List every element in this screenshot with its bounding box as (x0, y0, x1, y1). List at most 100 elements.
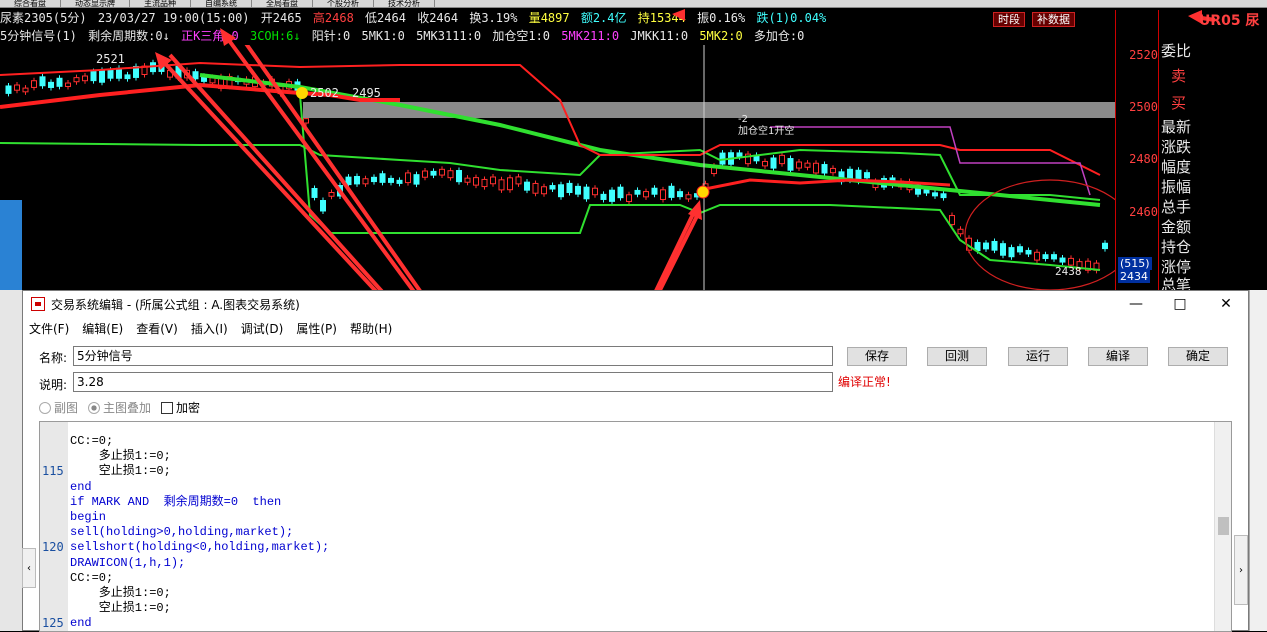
axis-tick-2500: 2500 (1129, 100, 1158, 114)
sub-chart-radio[interactable] (39, 401, 51, 414)
tab-0[interactable]: 综合看盘 (0, 0, 61, 7)
side-item-7: 总手 (1161, 198, 1192, 216)
tab-5[interactable]: 个股分析 (313, 0, 374, 7)
code-editor[interactable]: 115 120 125 CC:=0; 多止损1:=0; 空止损1:=0; end… (39, 421, 1232, 632)
candle-body (1051, 254, 1057, 260)
add-short-value: 加仓空1:0 (492, 29, 551, 43)
candle-body (65, 82, 71, 88)
code-line: CC:=0; (70, 570, 114, 585)
tab-3[interactable]: 自编系统 (191, 0, 252, 7)
code-text[interactable]: CC:=0; 多止损1:=0; 空止损1:=0; end if MARK AND… (70, 434, 329, 631)
open-value: 开2465 (260, 11, 302, 25)
candle-body (566, 182, 573, 193)
minimize-icon[interactable]: — (1113, 291, 1159, 317)
candle-body (362, 178, 369, 185)
side-item-5: 幅度 (1161, 158, 1192, 176)
candle-body (821, 164, 828, 174)
encrypt-checkbox[interactable] (161, 401, 174, 414)
main-overlay-radio[interactable] (88, 401, 101, 414)
menu-help[interactable]: 帮助(H) (350, 320, 392, 337)
candle-body (337, 185, 343, 197)
menu-properties[interactable]: 属性(P) (296, 320, 337, 337)
period-button[interactable]: 时段 (993, 12, 1025, 27)
side-item-4: 涨跌 (1161, 138, 1192, 156)
candle-body (90, 71, 97, 82)
code-line: DRAWICON(1,h,1); (70, 555, 186, 570)
menu-file[interactable]: 文件(F) (29, 320, 69, 337)
candle-body (1102, 242, 1108, 250)
code-line: 空止损1:=0; (70, 601, 171, 616)
candle-body (830, 167, 836, 174)
candle-body (1034, 251, 1040, 261)
kline-chart[interactable]: 2521 2495 2502 -2 加仓空1开空 2438 (0, 45, 1115, 290)
mk2-value: 5MK2:0 (699, 29, 743, 43)
name-input[interactable]: 5分钟信号 (73, 346, 833, 366)
backtest-button[interactable]: 回测 (927, 347, 987, 366)
code-line: end (70, 616, 92, 631)
amount-value: 额2.4亿 (580, 11, 627, 25)
axis-tick-2480: 2480 (1129, 152, 1158, 166)
scroll-right-icon[interactable]: › (1234, 535, 1248, 605)
candle-body (668, 185, 675, 198)
symbol-label: 尿素2305(5分) (0, 11, 87, 25)
dialog-titlebar[interactable]: 交易系统编辑 - (所属公式组 : A.图表交易系统) (23, 291, 1248, 317)
scrollbar-thumb[interactable] (1218, 517, 1229, 535)
tab-2[interactable]: 主流品种 (130, 0, 191, 7)
anno-minus2: -2 (738, 114, 748, 125)
tab-6[interactable]: 技术分析 (374, 0, 435, 7)
anno-2502: 2502 (310, 86, 339, 100)
main-overlay-label: 主图叠加 (103, 401, 152, 415)
candle-body (532, 182, 539, 194)
candle-body (5, 85, 12, 94)
code-line: begin (70, 509, 107, 524)
compile-button[interactable]: 编译 (1088, 347, 1148, 366)
axis-tick-2460: 2460 (1129, 205, 1158, 219)
description-input[interactable]: 3.28 (73, 372, 833, 392)
app-icon (31, 297, 45, 311)
low-value: 低2464 (365, 11, 406, 25)
anno-add-short: 加仓空1开空 (738, 124, 794, 137)
save-button[interactable]: 保存 (847, 347, 907, 366)
side-item-3: 最新 (1161, 118, 1192, 136)
menu-debug[interactable]: 调试(D) (241, 320, 284, 337)
candle-body (124, 74, 131, 80)
candle-body (762, 160, 768, 167)
current-price-badge: 2434 (1118, 270, 1150, 283)
candle-body (634, 189, 641, 195)
tab-4[interactable]: 全局看盘 (252, 0, 313, 7)
candle-body (473, 177, 479, 186)
close-icon[interactable]: ✕ (1203, 291, 1249, 317)
line-number-gutter: 115 120 125 (40, 422, 68, 631)
tab-1[interactable]: 动态显示牌 (61, 0, 130, 7)
line-number-120: 120 (42, 540, 64, 554)
menu-insert[interactable]: 插入(I) (191, 320, 228, 337)
candle-body (592, 187, 598, 196)
supplement-data-button[interactable]: 补数据 (1032, 12, 1075, 27)
volume-value: 量4897 (528, 11, 570, 25)
hold-value: 持15344 (637, 11, 686, 25)
editor-vertical-scrollbar[interactable] (1214, 422, 1231, 631)
code-line: sell(holding>0,holding,market); (70, 525, 294, 540)
menu-view[interactable]: 查看(V) (136, 320, 178, 337)
candle-body (456, 170, 462, 183)
turnover-value: 换3.19% (469, 11, 518, 25)
quote-side-panel: UR05 尿 委比 卖 买 最新 涨跌 幅度 振幅 总手 金额 持仓 涨停 总笔 (1158, 10, 1267, 294)
change-value: 跌(1)0.04% (756, 11, 827, 25)
indicator-name[interactable]: 5分钟信号(1) (0, 29, 77, 43)
run-button[interactable]: 运行 (1008, 347, 1068, 366)
candle-body (31, 80, 37, 88)
candle-body (490, 176, 496, 185)
quote-info-bar: 尿素2305(5分) 23/03/27 19:00(15:00) 开2465 高… (0, 10, 1160, 27)
candle-body (549, 185, 556, 190)
candle-body (1042, 254, 1049, 260)
side-item-sell: 卖 (1171, 67, 1187, 85)
scroll-left-icon[interactable]: ‹ (22, 548, 36, 588)
candle-body (541, 186, 547, 195)
maximize-icon[interactable]: □ (1157, 291, 1203, 317)
candle-body (311, 187, 318, 198)
ok-button[interactable]: 确定 (1168, 347, 1228, 366)
candle-body (22, 87, 29, 93)
candle-body (813, 162, 819, 174)
candle-body (439, 168, 445, 176)
menu-edit[interactable]: 编辑(E) (82, 320, 123, 337)
